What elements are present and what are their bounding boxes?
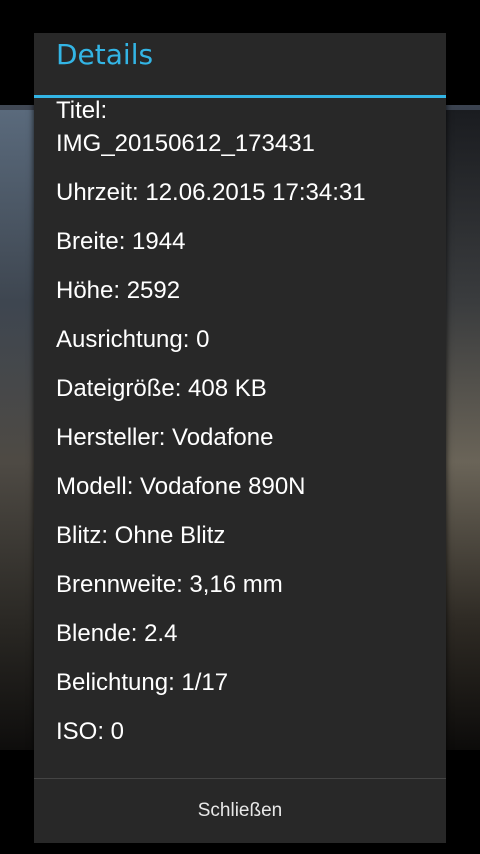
detail-flash: Blitz: Ohne Blitz [56, 522, 226, 549]
details-scroll-area[interactable]: Titel: IMG_20150612_173431 Uhrzeit: 12.0… [34, 98, 446, 778]
detail-aperture: Blende: 2.4 [56, 620, 178, 647]
detail-iso: ISO: 0 [56, 718, 125, 745]
detail-manufacturer: Hersteller: Vodafone [56, 424, 274, 451]
detail-file-size: Dateigröße: 408 KB [56, 375, 267, 402]
details-list: Titel: IMG_20150612_173431 Uhrzeit: 12.0… [56, 98, 366, 764]
detail-title: Titel: IMG_20150612_173431 [56, 98, 366, 160]
dialog-title: Details [56, 38, 154, 71]
detail-time: Uhrzeit: 12.06.2015 17:34:31 [56, 179, 366, 206]
detail-height: Höhe: 2592 [56, 277, 181, 304]
detail-orientation: Ausrichtung: 0 [56, 326, 210, 353]
photo-edge-left [0, 110, 34, 750]
close-button[interactable]: Schließen [34, 779, 446, 843]
detail-width: Breite: 1944 [56, 228, 186, 255]
detail-exposure: Belichtung: 1/17 [56, 669, 229, 696]
photo-edge-right [446, 110, 480, 750]
details-dialog: Details Titel: IMG_20150612_173431 Uhrze… [34, 33, 446, 843]
detail-focal-length: Brennweite: 3,16 mm [56, 571, 283, 598]
detail-model: Modell: Vodafone 890N [56, 473, 306, 500]
detail-title-label: Titel: [56, 98, 108, 124]
detail-title-value: IMG_20150612_173431 [56, 130, 315, 157]
